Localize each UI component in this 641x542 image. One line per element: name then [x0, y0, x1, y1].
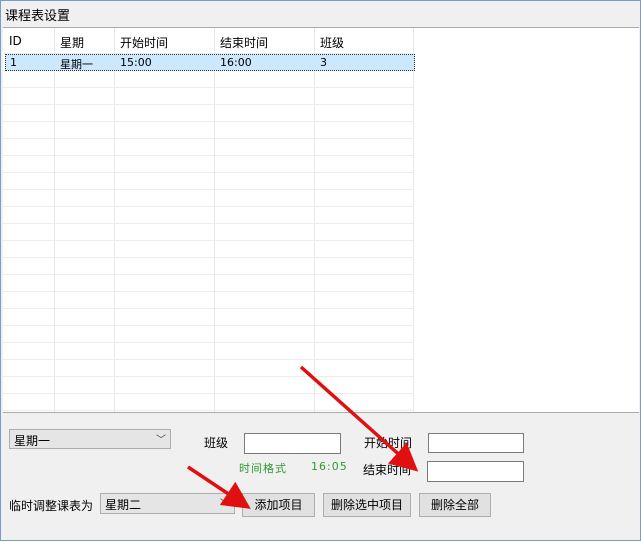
arrow-icon [299, 365, 419, 472]
window: 课程表设置 ID 星期 开始时间 结束时间 班级 1 星期一 15:00 16:… [0, 0, 641, 541]
annotation-arrows [187, 365, 419, 509]
arrow-icon [187, 465, 251, 509]
